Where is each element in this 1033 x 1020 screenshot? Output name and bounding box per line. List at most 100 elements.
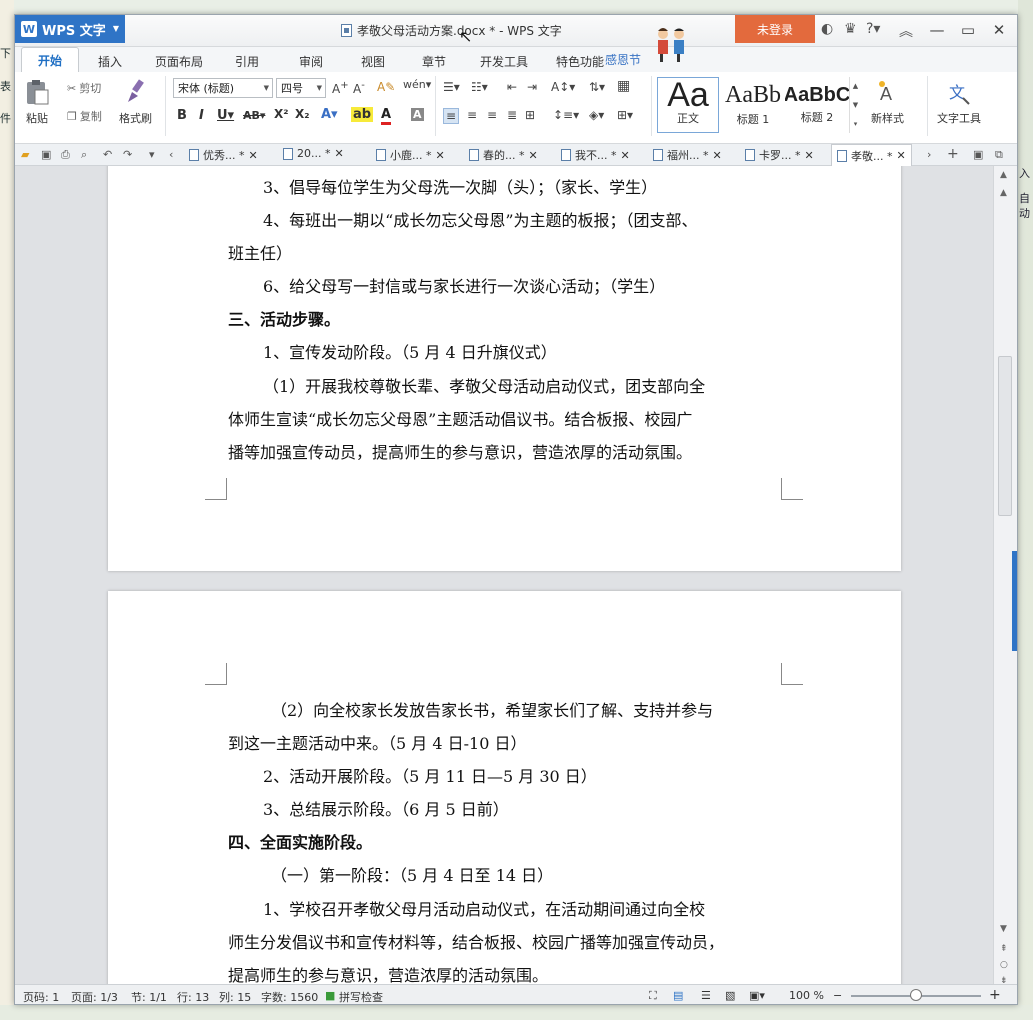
new-tab-icon[interactable]: +	[947, 146, 959, 162]
spellcheck-button[interactable]: 拼写检查	[339, 989, 383, 1004]
paragraph[interactable]: 3、总结展示阶段。（6 月 5 日前）	[263, 796, 823, 820]
close-icon[interactable]: ✕	[805, 149, 814, 162]
paragraph[interactable]: 提高师生的参与意识，营造浓厚的活动氛围。	[228, 962, 788, 984]
zoom-level[interactable]: 100 %	[789, 989, 824, 1002]
vertical-scrollbar[interactable]: ▲ ▲ ▼ ⇞ ○ ⇟	[993, 166, 1017, 986]
style-heading-2[interactable]: AaBbC 标题 2	[785, 77, 849, 133]
clear-format-icon[interactable]: A✎	[377, 80, 395, 94]
style-normal[interactable]: Aa 正文	[657, 77, 719, 133]
word-count[interactable]: 字数: 1560	[261, 989, 318, 1004]
paragraph[interactable]: 1、学校召开孝敬父母月活动启动仪式，在活动期间通过向全校	[263, 896, 823, 920]
close-icon[interactable]: ✕	[334, 147, 343, 160]
print-preview-icon[interactable]: ⌕	[81, 148, 87, 162]
paragraph[interactable]: 1、宣传发动阶段。（5 月 4 日升旗仪式）	[263, 339, 823, 363]
decrease-indent-icon[interactable]: ⇤	[507, 80, 517, 94]
scroll-down-icon[interactable]: ▼	[1000, 924, 1007, 934]
read-view-icon[interactable]: ▧	[725, 989, 735, 1002]
paragraph[interactable]: 体师生宣读“成长勿忘父母恩”主题活动倡议书。结合板报、校园广	[228, 406, 788, 430]
style-gallery-scroll[interactable]: ▲ ▼ ▾	[849, 77, 861, 133]
close-button[interactable]: ✕	[984, 18, 1014, 42]
skin-icon[interactable]: ◐	[821, 21, 833, 37]
shrink-font-icon[interactable]: A-	[353, 80, 365, 96]
wps-app-menu-button[interactable]: W WPS 文字 ▼	[15, 15, 125, 43]
chinese-layout-icon[interactable]: A↕▾	[551, 80, 575, 94]
tab-special-features[interactable]: 特色功能	[556, 53, 604, 70]
minimize-button[interactable]: —	[922, 18, 952, 42]
side-panel-toggle[interactable]	[1012, 551, 1017, 651]
line-spacing-icon[interactable]: ↕≡▾	[553, 108, 579, 122]
paragraph[interactable]: 播等加强宣传动员，提高师生的参与意识，营造浓厚的活动氛围。	[228, 439, 788, 463]
bullet-list-icon[interactable]: ☰▾	[443, 80, 460, 94]
paragraph[interactable]: 师生分发倡议书和宣传材料等，结合板报、校园广播等加强宣传动员，	[228, 929, 788, 953]
numbered-list-icon[interactable]: ☷▾	[471, 80, 488, 94]
style-heading-1[interactable]: AaBb 标题 1	[721, 77, 785, 133]
tab-insert[interactable]: 插入	[98, 53, 122, 70]
doc-tab[interactable]: 优秀... * ✕	[189, 147, 258, 163]
font-name-select[interactable]: 宋体 (标题) ▼	[173, 78, 273, 98]
strikethrough-icon[interactable]: AB▾	[243, 109, 265, 122]
chevron-up-icon[interactable]: ▲	[853, 82, 858, 90]
paragraph[interactable]: 6、给父母写一封信或与家长进行一次谈心活动；（学生）	[263, 273, 823, 297]
doc-tab[interactable]: 我不... * ✕	[561, 147, 630, 163]
scroll-up-icon[interactable]: ▲	[1000, 170, 1007, 180]
tab-section[interactable]: 章节	[422, 53, 446, 70]
tab-view[interactable]: 视图	[361, 53, 385, 70]
superscript-icon[interactable]: X²	[274, 107, 289, 121]
web-view-icon[interactable]: ▣▾	[749, 989, 765, 1002]
heading[interactable]: 四、全面实施阶段。	[228, 829, 788, 853]
align-right-icon[interactable]: ≡	[487, 108, 497, 122]
close-icon[interactable]: ✕	[249, 149, 258, 162]
print-icon[interactable]: ⎙	[61, 148, 70, 162]
subscript-icon[interactable]: X₂	[295, 107, 310, 121]
doc-tab[interactable]: 卡罗... * ✕	[745, 147, 814, 163]
zoom-out-icon[interactable]: −	[833, 989, 842, 1002]
undo-icon[interactable]: ↶	[103, 148, 112, 161]
paste-button[interactable]: 粘贴	[23, 78, 51, 126]
paragraph[interactable]: 2、活动开展阶段。（5 月 11 日—5 月 30 日）	[263, 763, 823, 787]
doc-tab-active[interactable]: 孝敬... * ✕	[831, 144, 912, 166]
tab-page-layout[interactable]: 页面布局	[155, 53, 203, 70]
text-tools-button[interactable]: 文 文字工具	[937, 78, 981, 126]
italic-icon[interactable]: I	[199, 108, 204, 123]
save-icon[interactable]: ▣	[41, 148, 51, 161]
chevron-left-icon[interactable]: ‹	[169, 148, 173, 161]
sort-icon[interactable]: ⇅▾	[589, 80, 605, 94]
scrollbar-thumb[interactable]	[998, 356, 1012, 516]
zoom-slider-handle[interactable]	[910, 989, 922, 1001]
paragraph[interactable]: 到这一主题活动中来。（5 月 4 日-10 日）	[228, 730, 788, 754]
more-styles-icon[interactable]: ▾	[854, 120, 858, 128]
distributed-icon[interactable]: ⊞	[525, 108, 535, 122]
close-icon[interactable]: ✕	[529, 149, 538, 162]
heading[interactable]: 三、活动步骤。	[228, 306, 788, 330]
login-button[interactable]: 未登录	[735, 15, 815, 43]
shirt-icon[interactable]: ♛	[844, 21, 857, 37]
highlight-icon[interactable]: ab	[351, 107, 374, 122]
page-view-icon[interactable]: ▤	[673, 989, 683, 1002]
format-painter-button[interactable]: 格式刷	[119, 78, 152, 126]
copy-button[interactable]: ❐ 复制	[67, 108, 102, 124]
align-center-icon[interactable]: ≡	[467, 108, 477, 122]
close-icon[interactable]: ✕	[621, 149, 630, 162]
close-icon[interactable]: ✕	[713, 149, 722, 162]
maximize-button[interactable]: ▭	[953, 18, 983, 42]
font-color-icon[interactable]: A	[381, 107, 392, 125]
close-icon[interactable]: ✕	[897, 149, 906, 162]
doc-tab[interactable]: 福州... * ✕	[653, 147, 722, 163]
paragraph[interactable]: （1）开展我校尊敬长辈、孝敬父母活动启动仪式，团支部向全	[263, 373, 823, 397]
tab-references[interactable]: 引用	[235, 53, 259, 70]
bold-icon[interactable]: B	[177, 108, 187, 123]
table-icon[interactable]: ▦	[617, 78, 630, 94]
collapse-ribbon-icon[interactable]: ︽	[899, 21, 913, 41]
previous-page-icon[interactable]: ⇞	[1000, 944, 1008, 954]
paragraph[interactable]: （一）第一阶段：（5 月 4 日至 14 日）	[271, 862, 831, 886]
outline-view-icon[interactable]: ☰	[701, 989, 711, 1002]
tab-home[interactable]: 开始	[21, 47, 79, 72]
close-icon[interactable]: ✕	[436, 149, 445, 162]
border-icon[interactable]: ⊞▾	[617, 108, 633, 122]
align-left-icon[interactable]: ≡	[443, 108, 460, 124]
paragraph[interactable]: 4、每班出一期以“成长勿忘父母恩”为主题的板报；（团支部、	[263, 207, 823, 231]
redo-icon[interactable]: ↷	[123, 148, 132, 161]
justify-icon[interactable]: ≣	[507, 108, 517, 122]
document-page[interactable]: 3、倡导每位学生为父母洗一次脚（头）；（家长、学生） 4、每班出一期以“成长勿忘…	[108, 166, 901, 571]
grow-font-icon[interactable]: A+	[332, 80, 349, 96]
